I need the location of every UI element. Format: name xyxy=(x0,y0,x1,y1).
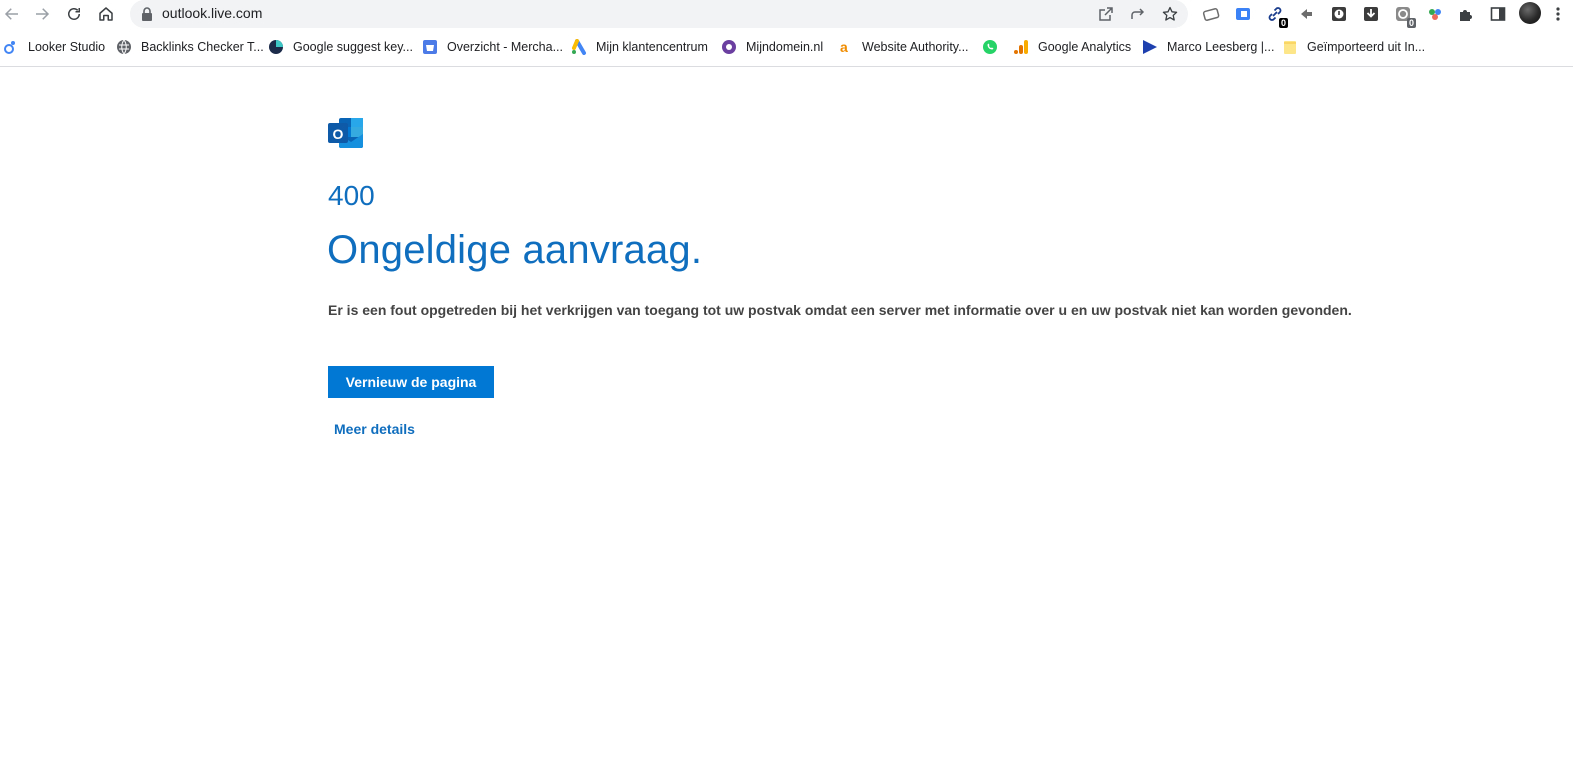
arrow-right-icon xyxy=(36,8,50,20)
open-in-app-button[interactable] xyxy=(1096,4,1116,24)
bookmark-label: Backlinks Checker T... xyxy=(141,40,264,54)
bookmark-folder-imported[interactable]: Geïmporteerd uit In... xyxy=(1282,34,1425,60)
svg-text:a: a xyxy=(840,39,848,55)
extension-translate-button[interactable] xyxy=(1232,3,1254,25)
bookmark-mijndomein[interactable]: Mijndomein.nl xyxy=(721,34,823,60)
toolbar-divider xyxy=(0,66,1573,67)
mijndomein-icon xyxy=(721,39,737,55)
share-icon xyxy=(1131,8,1145,19)
forward-button[interactable] xyxy=(31,3,53,25)
extension-puzzle-button[interactable] xyxy=(1296,3,1318,25)
page-title: Ongeldige aanvraag. xyxy=(327,228,703,272)
extension-colors-button[interactable] xyxy=(1424,3,1446,25)
reload-icon xyxy=(68,8,80,20)
error-code: 400 xyxy=(328,180,375,211)
extension-badge: 0 xyxy=(1406,18,1416,28)
extension-seo-button[interactable] xyxy=(1200,3,1222,25)
globe-icon xyxy=(116,39,132,55)
outlook-logo-icon: O xyxy=(327,116,365,150)
bookmark-google-suggest[interactable]: Google suggest key... xyxy=(268,34,413,60)
bookmark-marco-leesberg[interactable]: Marco Leesberg |... xyxy=(1142,34,1274,60)
extension-badge: 0 xyxy=(1278,18,1288,28)
bookmark-klantencentrum[interactable]: Mijn klantencentrum xyxy=(571,34,708,60)
puzzle-icon xyxy=(1460,10,1472,21)
looker-studio-icon xyxy=(3,39,19,55)
merchant-center-icon xyxy=(422,39,438,55)
side-panel-icon xyxy=(1490,7,1506,21)
extension-counter-button[interactable]: 0 xyxy=(1392,3,1416,28)
browser-menu-button[interactable] xyxy=(1547,3,1569,25)
ahrefs-icon: a xyxy=(837,39,853,55)
pie-chart-icon xyxy=(268,39,284,55)
bookmarks-bar: Looker Studio Backlinks Checker T... Goo… xyxy=(0,34,1573,62)
home-icon xyxy=(99,7,113,21)
address-bar[interactable]: outlook.live.com xyxy=(130,0,1188,28)
browser-toolbar: outlook.live.com 0 0 xyxy=(0,0,1573,28)
bookmark-looker-studio[interactable]: Looker Studio xyxy=(3,34,105,60)
folder-icon xyxy=(1282,39,1298,55)
extension-link-button[interactable]: 0 xyxy=(1264,3,1288,28)
extension-info-button[interactable] xyxy=(1328,3,1350,25)
bookmark-label: Marco Leesberg |... xyxy=(1167,40,1275,54)
bookmark-label: Website Authority... xyxy=(862,40,969,54)
star-icon xyxy=(1162,6,1178,21)
share-button[interactable] xyxy=(1128,4,1148,24)
error-message: Er is een fout opgetreden bij het verkri… xyxy=(328,302,1352,318)
bookmark-label: Mijn klantencentrum xyxy=(596,40,708,54)
download-extension-icon xyxy=(1364,7,1378,21)
translate-extension-icon xyxy=(1236,8,1250,20)
seo-extension-icon xyxy=(1202,8,1220,21)
arrow-extension-icon xyxy=(1301,9,1312,19)
bookmark-star-button[interactable] xyxy=(1160,4,1180,24)
bookmark-whatsapp[interactable] xyxy=(982,34,1007,60)
reload-button[interactable] xyxy=(63,3,85,25)
home-button[interactable] xyxy=(95,3,117,25)
extension-download-button[interactable] xyxy=(1360,3,1382,25)
url-text: outlook.live.com xyxy=(162,5,263,21)
bookmark-merchant-center[interactable]: Overzicht - Mercha... xyxy=(422,34,563,60)
bookmark-backlinks-checker[interactable]: Backlinks Checker T... xyxy=(116,34,264,60)
arrow-left-icon xyxy=(4,8,18,20)
back-button[interactable] xyxy=(1,3,23,25)
extensions-menu-button[interactable] xyxy=(1455,3,1477,25)
google-ads-icon xyxy=(571,39,587,55)
whatsapp-icon xyxy=(982,39,998,55)
bookmark-label: Google Analytics xyxy=(1038,40,1132,54)
bookmark-website-authority[interactable]: a Website Authority... xyxy=(837,34,969,60)
more-details-link[interactable]: Meer details xyxy=(334,421,415,437)
bookmark-label: Overzicht - Mercha... xyxy=(447,40,563,54)
svg-text:O: O xyxy=(333,126,344,142)
bookmark-google-analytics[interactable]: Google Analytics xyxy=(1013,34,1131,60)
profile-avatar[interactable] xyxy=(1519,2,1541,24)
refresh-page-button[interactable]: Vernieuw de pagina xyxy=(328,366,494,398)
more-vert-icon xyxy=(1556,7,1560,21)
side-panel-button[interactable] xyxy=(1487,3,1509,25)
colors-extension-icon xyxy=(1429,9,1441,20)
bookmark-label: Geïmporteerd uit In... xyxy=(1307,40,1426,54)
external-link-icon xyxy=(1099,7,1113,21)
lock-icon xyxy=(142,7,152,21)
bookmark-label: Looker Studio xyxy=(28,40,106,54)
bookmark-label: Mijndomein.nl xyxy=(746,40,824,54)
bookmark-label: Google suggest key... xyxy=(293,40,413,54)
play-triangle-icon xyxy=(1142,39,1158,55)
info-extension-icon xyxy=(1332,7,1346,21)
google-analytics-icon xyxy=(1013,39,1029,55)
